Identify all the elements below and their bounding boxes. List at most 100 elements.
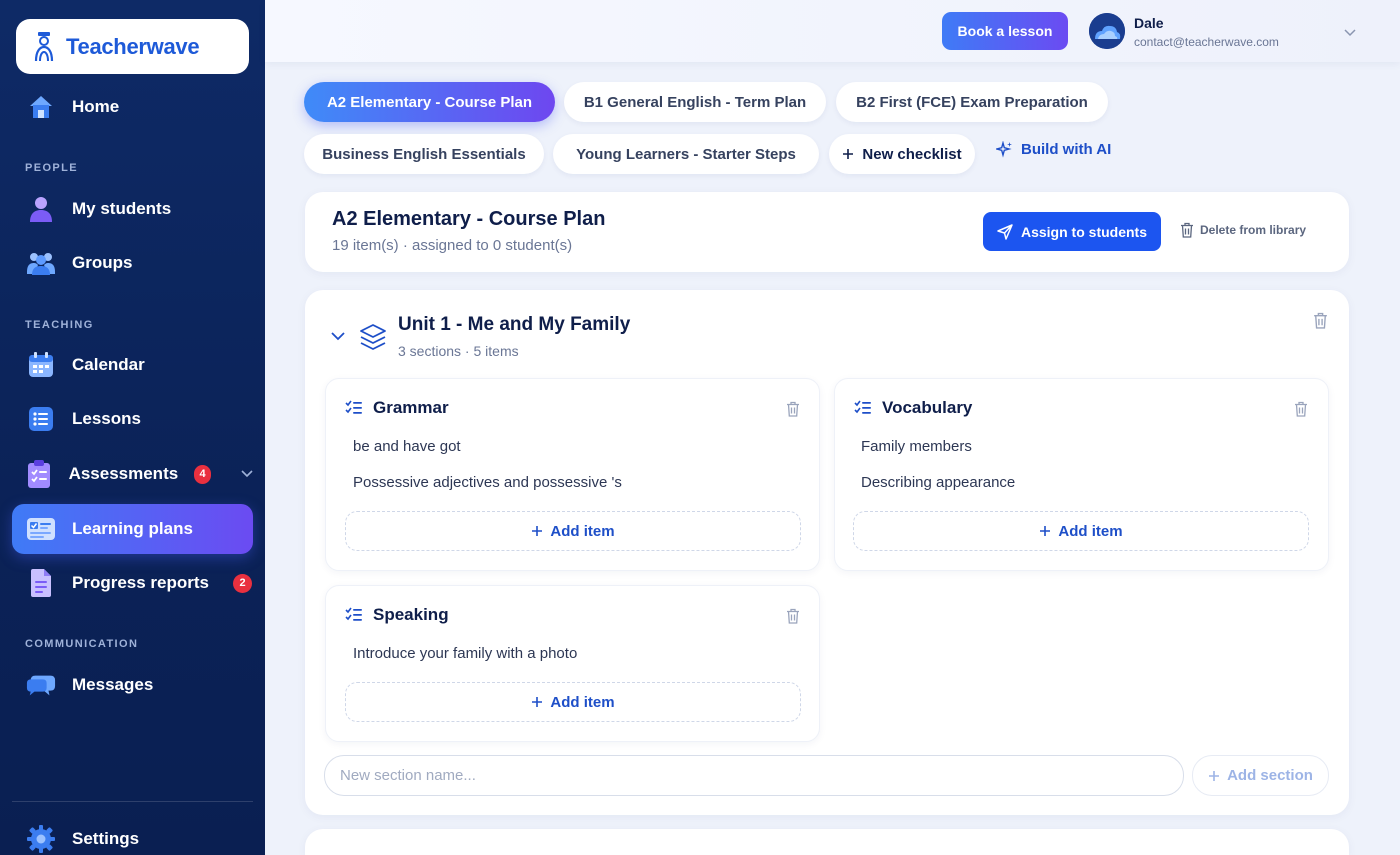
sidebar-item-home[interactable]: Home	[12, 82, 253, 132]
tab-a2-elementary[interactable]: A2 Elementary - Course Plan	[304, 82, 555, 122]
user-name: Dale	[1134, 15, 1164, 31]
sidebar-item-label: Messages	[72, 675, 154, 694]
sidebar-item-calendar[interactable]: Calendar	[12, 340, 253, 390]
tab-b2-first[interactable]: B2 First (FCE) Exam Preparation	[836, 82, 1108, 122]
home-icon	[26, 92, 56, 122]
plus-icon	[531, 525, 543, 537]
section-title-label: Grammar	[373, 398, 449, 417]
nav-section-teaching: TEACHING	[25, 319, 94, 331]
assessments-badge: 4	[194, 464, 211, 484]
sidebar-item-label: Lessons	[72, 409, 141, 428]
teacher-logo-icon	[34, 31, 54, 61]
sidebar-item-label: Settings	[72, 829, 140, 848]
section-title-grammar: Grammar	[345, 398, 449, 418]
gear-icon	[26, 824, 56, 854]
section-title-vocabulary: Vocabulary	[854, 398, 972, 418]
list-item[interactable]: be and have got	[353, 438, 461, 455]
nav-section-people: PEOPLE	[25, 162, 79, 174]
user-icon	[26, 194, 56, 224]
section-title-speaking: Speaking	[345, 605, 449, 625]
sparkle-icon	[996, 141, 1013, 158]
new-section-input[interactable]	[324, 755, 1184, 796]
list-item[interactable]: Describing appearance	[861, 474, 1015, 491]
delete-label: Delete from library	[1200, 223, 1307, 237]
trash-icon	[1180, 222, 1194, 238]
brand-name: Teacherwave	[66, 33, 200, 59]
delete-from-library-button[interactable]: Delete from library	[1180, 222, 1306, 238]
nav-section-communication: COMMUNICATION	[25, 638, 139, 650]
avatar[interactable]	[1089, 13, 1125, 49]
tab-business-english[interactable]: Business English Essentials	[304, 134, 544, 174]
delete-section-trash-icon[interactable]	[786, 608, 800, 629]
send-icon	[997, 223, 1013, 240]
plus-icon	[1208, 770, 1220, 782]
sidebar-item-groups[interactable]: Groups	[12, 238, 253, 288]
progress-reports-badge: 2	[233, 573, 252, 593]
plus-icon	[1039, 525, 1051, 537]
tab-young-learners[interactable]: Young Learners - Starter Steps	[553, 134, 819, 174]
chevron-down-icon[interactable]	[331, 332, 345, 341]
plus-icon	[531, 696, 543, 708]
add-item-label: Add item	[550, 522, 615, 540]
sidebar-item-lessons[interactable]: Lessons	[12, 394, 253, 444]
unit-meta: 3 sections · 5 items	[398, 343, 519, 359]
sidebar-item-settings[interactable]: Settings	[12, 814, 253, 855]
assign-to-students-button[interactable]: Assign to students	[983, 212, 1161, 251]
checklist-icon	[345, 607, 363, 623]
brand-logo[interactable]: Teacherwave	[16, 19, 249, 74]
top-bar	[265, 0, 1400, 62]
sidebar-item-label: Assessments	[68, 464, 179, 483]
tab-b1-general[interactable]: B1 General English - Term Plan	[564, 82, 826, 122]
add-item-label: Add item	[550, 693, 615, 711]
sidebar-item-label: Learning plans	[72, 519, 193, 538]
list-icon	[26, 404, 56, 434]
plan-meta: 19 item(s) · assigned to 0 student(s)	[332, 237, 573, 254]
build-with-ai-label: Build with AI	[1021, 141, 1112, 158]
plan-title: A2 Elementary - Course Plan	[332, 208, 606, 230]
next-unit-card	[305, 829, 1349, 855]
sidebar-item-progress-reports[interactable]: Progress reports 2	[12, 558, 253, 608]
sidebar-item-label: Groups	[72, 253, 133, 272]
list-item[interactable]: Introduce your family with a photo	[353, 645, 577, 662]
add-item-button[interactable]: Add item	[345, 682, 801, 722]
clipboard-check-icon	[26, 459, 53, 489]
new-checklist-label: New checklist	[862, 145, 962, 163]
sidebar-divider	[12, 801, 253, 802]
build-with-ai-button[interactable]: Build with AI	[996, 141, 1111, 158]
chevron-down-icon[interactable]	[1344, 24, 1356, 42]
checklist-icon	[854, 400, 872, 416]
sidebar-item-label: Calendar	[72, 355, 145, 374]
sidebar-item-assessments[interactable]: Assessments 4	[12, 449, 253, 499]
unit-title: Unit 1 - Me and My Family	[398, 314, 631, 335]
plus-icon	[842, 148, 854, 160]
learning-plan-icon	[26, 514, 56, 544]
book-lesson-button[interactable]: Book a lesson	[942, 12, 1068, 50]
delete-section-trash-icon[interactable]	[786, 401, 800, 422]
list-item[interactable]: Family members	[861, 438, 972, 455]
chat-bubbles-icon	[26, 670, 56, 700]
user-email: contact@teacherwave.com	[1134, 35, 1279, 49]
add-item-button[interactable]: Add item	[345, 511, 801, 551]
add-section-button[interactable]: Add section	[1192, 755, 1329, 796]
sidebar-item-label: Home	[72, 97, 120, 116]
sidebar-item-label: My students	[72, 199, 172, 218]
document-icon	[26, 568, 56, 598]
sidebar-item-learning-plans[interactable]: Learning plans	[12, 504, 253, 554]
section-title-label: Vocabulary	[882, 398, 973, 417]
sidebar-item-messages[interactable]: Messages	[12, 660, 253, 710]
checklist-icon	[345, 400, 363, 416]
add-item-button[interactable]: Add item	[853, 511, 1309, 551]
add-item-label: Add item	[1058, 522, 1123, 540]
sidebar-item-my-students[interactable]: My students	[12, 184, 253, 234]
delete-section-trash-icon[interactable]	[1294, 401, 1308, 422]
section-title-label: Speaking	[373, 605, 449, 624]
add-section-label: Add section	[1227, 767, 1313, 784]
layers-icon	[359, 323, 387, 351]
delete-unit-trash-icon[interactable]	[1313, 312, 1328, 334]
group-icon	[26, 248, 56, 278]
list-item[interactable]: Possessive adjectives and possessive 's	[353, 474, 622, 491]
chevron-down-icon[interactable]	[241, 470, 253, 478]
sidebar: Teacherwave Home PEOPLE My students Grou…	[0, 0, 265, 855]
sidebar-item-label: Progress reports	[72, 573, 209, 592]
new-checklist-button[interactable]: New checklist	[829, 134, 975, 174]
